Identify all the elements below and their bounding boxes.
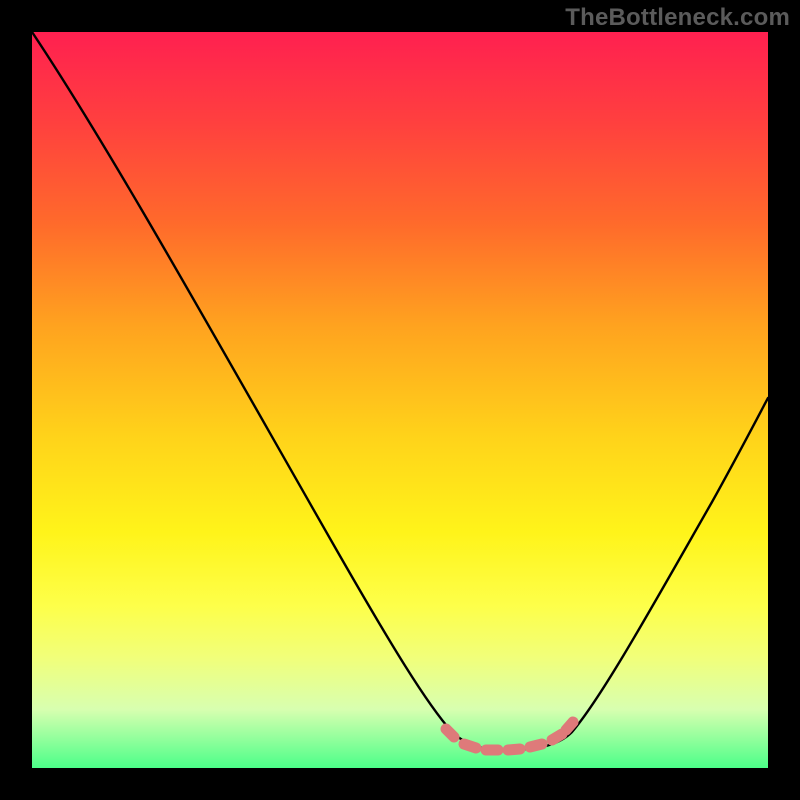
bottleneck-curve-path <box>32 32 768 750</box>
chart-frame: TheBottleneck.com <box>0 0 800 800</box>
highlight-segment <box>446 722 573 750</box>
curve-svg <box>32 32 768 768</box>
watermark-text: TheBottleneck.com <box>565 4 790 32</box>
